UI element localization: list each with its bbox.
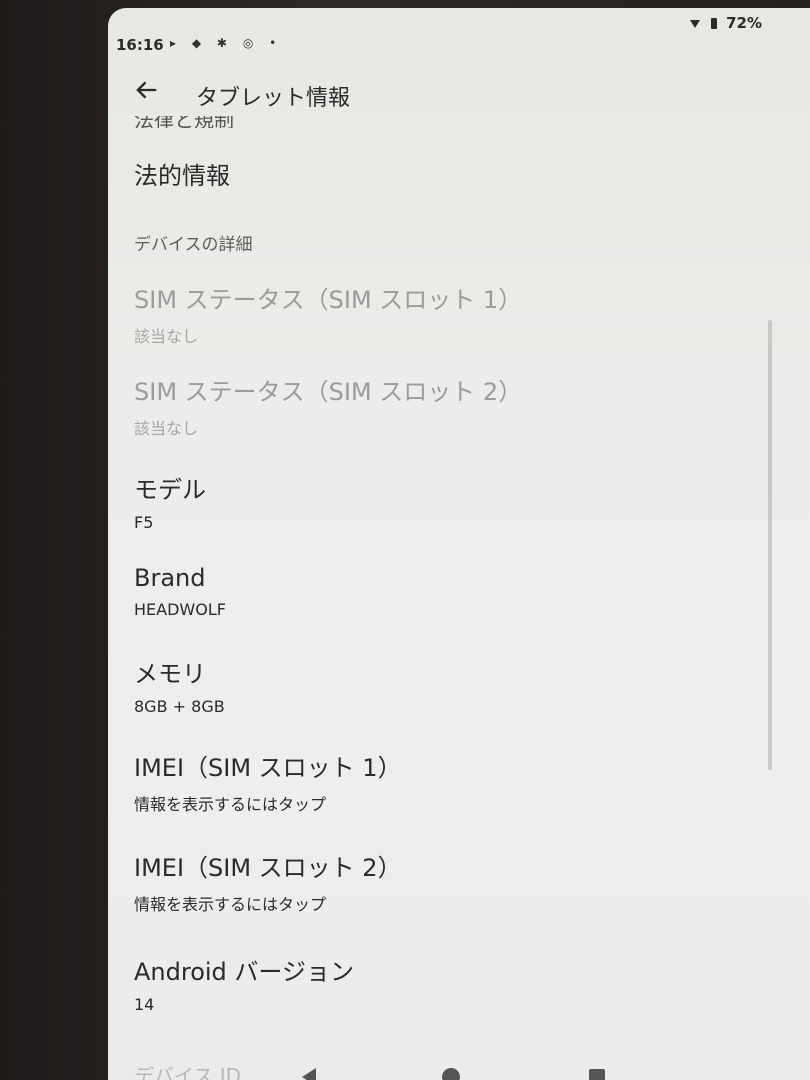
- status-bar: 16:16 ▸ ◆ ✱ ◎ • 72%: [108, 8, 810, 56]
- item-subtitle: HEADWOLF: [134, 600, 226, 619]
- item-title: SIM ステータス（SIM スロット 1）: [134, 286, 523, 314]
- section-header: デバイスの詳細: [134, 235, 253, 255]
- dot-icon: •: [269, 36, 283, 50]
- battery-percent: 72%: [726, 14, 762, 32]
- status-right: 72%: [688, 14, 762, 32]
- list-item-android-version[interactable]: Android バージョン 14: [134, 952, 354, 1014]
- list-item-sim-status-2: SIM ステータス（SIM スロット 2） 該当なし: [134, 372, 522, 439]
- item-subtitle: 8GB + 8GB: [134, 697, 225, 716]
- item-subtitle: 情報を表示するにはタップ: [134, 895, 327, 914]
- item-title: SIM ステータス（SIM スロット 2）: [134, 378, 523, 406]
- item-subtitle: 情報を表示するにはタップ: [134, 795, 327, 814]
- item-subtitle: F5: [134, 513, 154, 532]
- tablet-screen: 16:16 ▸ ◆ ✱ ◎ • 72% タブレット情報 法律と規制 法的情報 デ…: [108, 8, 810, 1080]
- navigation-bar: [108, 1048, 810, 1080]
- cut-off-item: 法律と規制: [134, 116, 234, 128]
- item-title: IMEI（SIM スロット 1）: [134, 754, 402, 782]
- item-title: Android バージョン: [134, 958, 354, 986]
- list-item-imei-1[interactable]: IMEI（SIM スロット 1） 情報を表示するにはタップ: [134, 748, 402, 815]
- slack-icon: ✱: [216, 36, 233, 50]
- item-title: 法的情報: [134, 162, 230, 190]
- list-item-sim-status-1: SIM ステータス（SIM スロット 1） 該当なし: [134, 280, 522, 347]
- dropbox-icon: ◆: [191, 36, 208, 50]
- item-subtitle: 該当なし: [134, 419, 199, 438]
- list-item-legal[interactable]: 法的情報: [134, 156, 230, 191]
- instagram-icon: ◎: [242, 36, 260, 50]
- item-subtitle: 該当なし: [134, 327, 199, 346]
- item-title: メモリ: [134, 660, 206, 688]
- battery-icon: [710, 18, 717, 29]
- page-title: タブレット情報: [196, 86, 351, 111]
- scrollbar[interactable]: [768, 320, 772, 770]
- list-item-memory[interactable]: メモリ 8GB + 8GB: [134, 654, 225, 716]
- signal-icon: [689, 20, 700, 28]
- home-nav-icon[interactable]: [440, 1066, 462, 1080]
- recents-nav-icon[interactable]: [586, 1066, 608, 1080]
- back-arrow-icon[interactable]: [132, 76, 160, 104]
- status-time: 16:16: [116, 36, 164, 54]
- item-subtitle: 14: [134, 995, 155, 1014]
- notification-icons: ▸ ◆ ✱ ◎ •: [170, 36, 282, 50]
- app-bar: タブレット情報: [108, 56, 810, 112]
- list-item-imei-2[interactable]: IMEI（SIM スロット 2） 情報を表示するにはタップ: [134, 848, 402, 915]
- back-nav-icon[interactable]: [298, 1066, 320, 1080]
- item-title: Brand: [134, 564, 206, 592]
- list-item-brand[interactable]: Brand HEADWOLF: [134, 564, 226, 619]
- list-item-model[interactable]: モデル F5: [134, 470, 206, 532]
- item-title: IMEI（SIM スロット 2）: [134, 854, 402, 882]
- item-title: モデル: [134, 476, 206, 504]
- media-icon: ▸: [170, 36, 183, 50]
